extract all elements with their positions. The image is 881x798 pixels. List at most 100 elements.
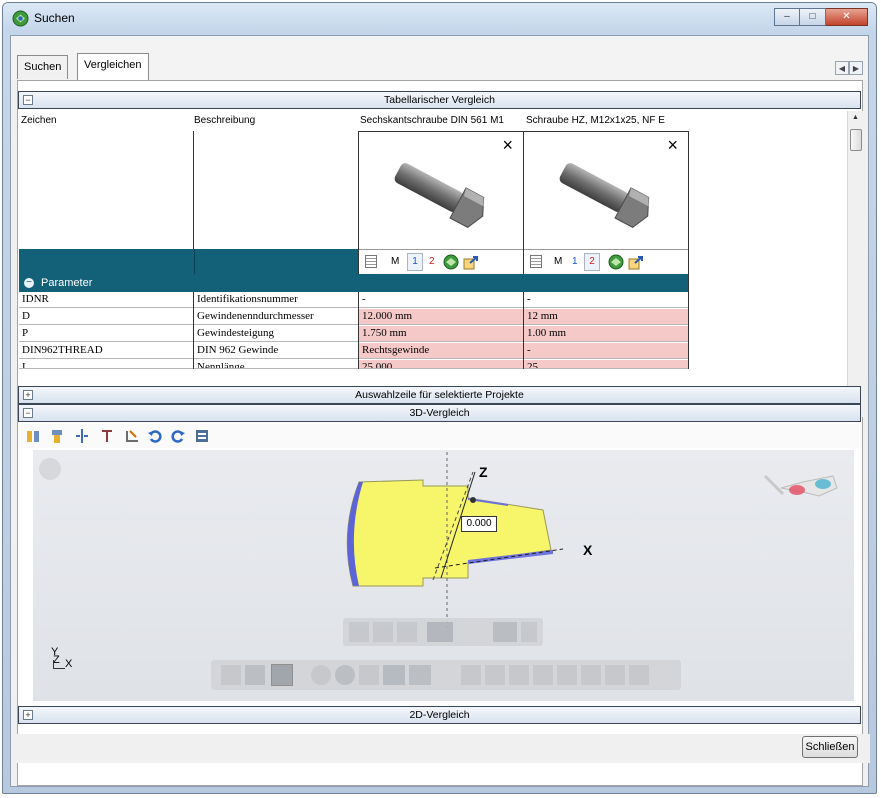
redo-icon[interactable] bbox=[170, 428, 186, 444]
cell-part1: 25.000 bbox=[359, 360, 523, 369]
tab-vergleichen[interactable]: Vergleichen bbox=[77, 53, 149, 80]
measure-value-box[interactable]: 0.000 bbox=[461, 516, 497, 532]
tabular-compare-title: Tabellarischer Vergleich bbox=[384, 94, 495, 106]
view-option-icon[interactable] bbox=[521, 622, 537, 642]
viewer-3d[interactable]: Z X 0.000 Y Z X bbox=[33, 450, 854, 701]
axis-label-x: X bbox=[583, 542, 593, 558]
select-1-button[interactable]: 1 bbox=[572, 256, 578, 267]
maximize-button[interactable]: □ bbox=[800, 8, 826, 26]
cell-sign: P bbox=[19, 326, 193, 342]
section-cut-icon[interactable] bbox=[99, 428, 115, 444]
scroll-thumb[interactable] bbox=[850, 129, 862, 151]
tabular-compare-header[interactable]: − Tabellarischer Vergleich bbox=[18, 91, 861, 109]
settings-panel-icon[interactable] bbox=[194, 428, 210, 444]
column-header-zeichen[interactable]: Zeichen bbox=[21, 111, 191, 131]
scroll-up-icon[interactable]: ▲ bbox=[852, 114, 859, 121]
selection-row-title: Auswahlzeile für selektierte Projekte bbox=[355, 389, 524, 401]
cube-view-icon[interactable] bbox=[629, 665, 649, 685]
expand-icon[interactable]: + bbox=[23, 710, 33, 720]
part1-toolbar: M 1 2 bbox=[359, 249, 523, 274]
undo-icon[interactable] bbox=[147, 428, 163, 444]
cell-part1: 12.000 mm bbox=[359, 309, 523, 325]
render-icon[interactable] bbox=[335, 665, 355, 685]
remove-part2-icon[interactable]: × bbox=[667, 136, 678, 154]
part-filter-icon[interactable] bbox=[25, 428, 41, 444]
comparison-table: Zeichen Beschreibung Sechskantschraube D… bbox=[19, 111, 847, 417]
view-toolbar-top bbox=[343, 618, 543, 646]
title-bar: Suchen – □ ✕ bbox=[3, 3, 876, 33]
collapse-icon[interactable]: − bbox=[23, 408, 33, 418]
mode-m-button[interactable]: M bbox=[391, 256, 399, 267]
select-2-button[interactable]: 2 bbox=[584, 253, 600, 271]
globe-icon[interactable] bbox=[608, 254, 624, 270]
cube-view-icon[interactable] bbox=[605, 665, 625, 685]
view-option-icon[interactable] bbox=[397, 622, 417, 642]
view-option-icon[interactable] bbox=[427, 622, 453, 642]
dialog-client: Suchen Vergleichen ◀ ▶ − Tabellarischer … bbox=[10, 35, 870, 787]
select-1-button[interactable]: 1 bbox=[407, 253, 423, 271]
render-icon[interactable] bbox=[383, 665, 405, 685]
part2-preview[interactable]: × bbox=[524, 132, 688, 249]
expand-icon[interactable]: + bbox=[23, 390, 33, 400]
cell-part1: 1.750 mm bbox=[359, 326, 523, 342]
part1-preview[interactable]: × bbox=[359, 132, 523, 249]
corner-axis-z: Z bbox=[53, 654, 60, 666]
minimize-button[interactable]: – bbox=[774, 8, 800, 26]
datasheet-icon[interactable] bbox=[365, 255, 377, 268]
header-band bbox=[19, 249, 358, 274]
parameter-group-row[interactable]: − Parameter bbox=[19, 274, 688, 292]
corner-axis-x: X bbox=[65, 658, 73, 670]
column-header-part1[interactable]: Sechskantschraube DIN 561 M1 bbox=[360, 111, 524, 131]
selection-row-header[interactable]: + Auswahlzeile für selektierte Projekte bbox=[18, 386, 861, 404]
export-icon[interactable] bbox=[463, 254, 481, 270]
export-icon[interactable] bbox=[628, 254, 646, 270]
render-icon[interactable] bbox=[311, 665, 331, 685]
measure-icon[interactable] bbox=[124, 428, 140, 444]
datasheet-icon[interactable] bbox=[530, 255, 542, 268]
table-scrollbar[interactable]: ▲ ▼ bbox=[847, 111, 863, 417]
cube-view-icon[interactable] bbox=[509, 665, 529, 685]
group-collapse-icon[interactable]: − bbox=[24, 278, 34, 288]
view-option-icon[interactable] bbox=[373, 622, 393, 642]
viewer-indicator-dot bbox=[39, 458, 61, 480]
cube-view-icon[interactable] bbox=[557, 665, 577, 685]
column-header-part2[interactable]: Schraube HZ, M12x1x25, NF E bbox=[526, 111, 696, 131]
cube-view-icon[interactable] bbox=[461, 665, 481, 685]
window-title: Suchen bbox=[34, 11, 75, 25]
hex-bolt-image bbox=[394, 163, 485, 228]
remove-part1-icon[interactable]: × bbox=[502, 136, 513, 154]
compare-2d-title: 2D-Vergleich bbox=[409, 709, 470, 721]
compare-2d-header[interactable]: + 2D-Vergleich bbox=[18, 706, 861, 724]
compare-3d-header[interactable]: − 3D-Vergleich bbox=[18, 404, 861, 422]
column-header-beschreibung[interactable]: Beschreibung bbox=[194, 111, 354, 131]
globe-icon[interactable] bbox=[443, 254, 459, 270]
cell-part2: 12 mm bbox=[524, 309, 688, 325]
shading-icon[interactable] bbox=[245, 665, 265, 685]
app-search-icon bbox=[12, 10, 29, 27]
tab-suchen[interactable]: Suchen bbox=[17, 55, 69, 79]
shading-icon[interactable] bbox=[221, 665, 241, 685]
split-icon[interactable] bbox=[74, 428, 90, 444]
select-2-button[interactable]: 2 bbox=[429, 256, 435, 267]
stereo-3d-glasses-icon[interactable] bbox=[763, 466, 843, 506]
axis-triad-3d bbox=[346, 452, 564, 628]
cell-part2: - bbox=[524, 292, 688, 308]
collapse-icon[interactable]: − bbox=[23, 95, 33, 105]
cell-desc: Identifikationsnummer bbox=[194, 292, 358, 308]
mode-m-button[interactable]: M bbox=[554, 256, 562, 267]
close-window-button[interactable]: ✕ bbox=[826, 8, 868, 26]
close-view-icon[interactable] bbox=[349, 622, 369, 642]
cube-view-icon[interactable] bbox=[533, 665, 553, 685]
cell-desc: Nennlänge bbox=[194, 360, 358, 369]
cube-view-icon[interactable] bbox=[581, 665, 601, 685]
render-icon[interactable] bbox=[359, 665, 379, 685]
cube-view-icon[interactable] bbox=[485, 665, 505, 685]
close-button[interactable]: Schließen bbox=[802, 736, 858, 758]
dialog-footer: Schließen bbox=[11, 734, 870, 763]
render-icon[interactable] bbox=[409, 665, 431, 685]
tab-scroll-right-icon[interactable]: ▶ bbox=[849, 61, 863, 75]
part-highlight-icon[interactable] bbox=[49, 428, 65, 444]
view-option-icon[interactable] bbox=[493, 622, 517, 642]
shading-icon[interactable] bbox=[271, 664, 293, 686]
tab-scroll-left-icon[interactable]: ◀ bbox=[835, 61, 849, 75]
